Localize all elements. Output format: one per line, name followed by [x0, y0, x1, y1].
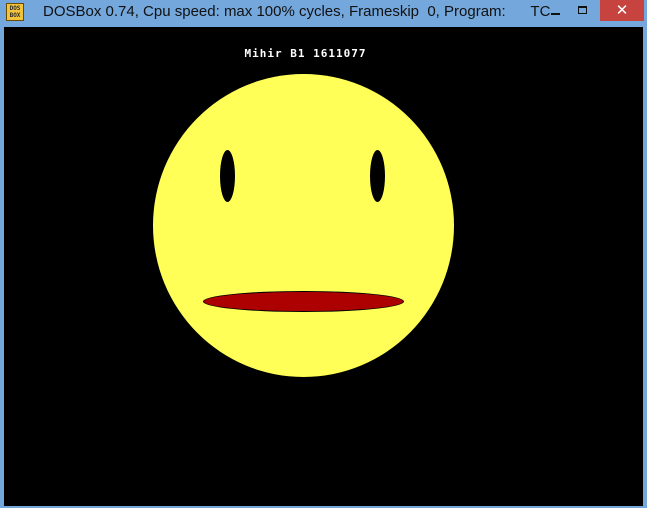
minimize-button[interactable]: [545, 0, 565, 21]
maximize-button[interactable]: [571, 0, 595, 21]
left-eye: [220, 150, 235, 202]
minimize-icon: [551, 13, 560, 15]
dosbox-app-icon[interactable]: DOS BOX: [6, 3, 24, 21]
right-eye: [370, 150, 385, 202]
close-button[interactable]: ✕: [600, 0, 644, 21]
window-title: DOSBox 0.74, Cpu speed: max 100% cycles,…: [43, 3, 551, 20]
app-icon-text-top: DOS: [9, 5, 21, 12]
close-icon: ✕: [615, 1, 629, 19]
app-icon-text-bottom: BOX: [9, 12, 21, 19]
maximize-icon: [578, 6, 587, 14]
mouth: [203, 291, 404, 312]
smiley-face: [153, 74, 454, 377]
window-titlebar[interactable]: DOS BOX DOSBox 0.74, Cpu speed: max 100%…: [0, 0, 647, 27]
program-output-text: Mihir B1 1611077: [244, 47, 367, 60]
dos-screen[interactable]: Mihir B1 1611077: [4, 27, 643, 506]
